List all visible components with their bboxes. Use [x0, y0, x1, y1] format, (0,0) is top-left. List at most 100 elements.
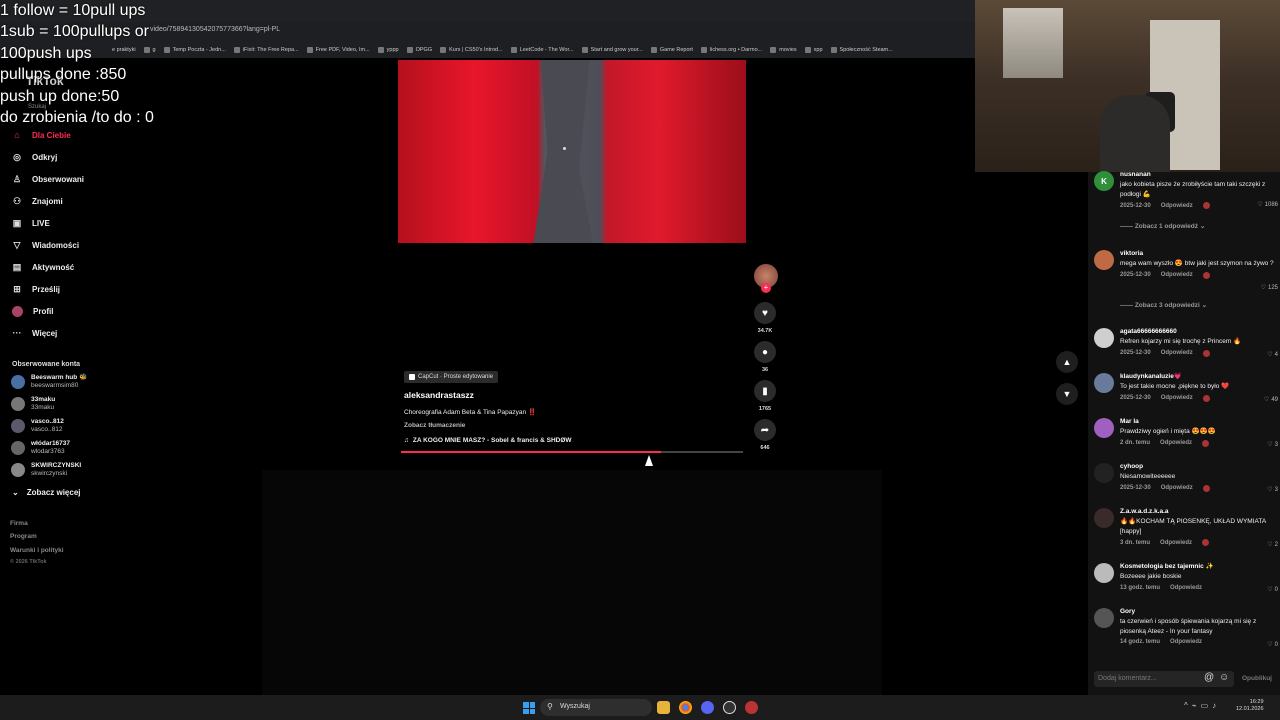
comment-action[interactable]: ● 36	[753, 341, 777, 373]
reply-button[interactable]: Odpowiedz	[1161, 485, 1193, 491]
comment-like[interactable]: ♡ 0	[1267, 641, 1278, 649]
heart-icon[interactable]: ♥	[754, 302, 776, 324]
bookmark-item[interactable]: Temp Poczta - Jedn...	[163, 47, 226, 53]
avatar[interactable]	[1094, 508, 1114, 528]
comment-user[interactable]: nusnanan	[1120, 171, 1278, 179]
bookmark-item[interactable]: lichess.org • Darmo...	[700, 47, 762, 53]
footer-link[interactable]: Firma	[10, 520, 28, 527]
reply-button[interactable]: Odpowiedz	[1160, 540, 1192, 546]
reply-button[interactable]: Odpowiedz	[1170, 585, 1202, 591]
chrome-icon[interactable]	[679, 701, 692, 714]
reply-button[interactable]: Odpowiedz	[1170, 639, 1202, 645]
sidebar-item-activity[interactable]: ▤ Aktywność	[12, 262, 75, 272]
url-text[interactable]: video/7589413054207577366?lang=pl-PL	[150, 26, 280, 33]
sidebar-item-messages[interactable]: ▽ Wiadomości	[12, 240, 80, 250]
see-more-button[interactable]: ⌄ Zobacz więcej	[12, 488, 81, 497]
comment-like[interactable]: ♡ 1086	[1257, 201, 1278, 209]
bookmark-item[interactable]: Free PDF, Video, Im...	[306, 47, 370, 53]
bookmark-item[interactable]: Kurs | CS50's Introd...	[440, 47, 503, 53]
followed-account[interactable]: 33maku 33maku	[11, 396, 55, 412]
sidebar-item-profile[interactable]: Profil	[12, 306, 53, 317]
comment-like[interactable]: ♡ 0	[1267, 586, 1278, 594]
comment-user[interactable]: klaudynkanaluzie💗	[1120, 373, 1278, 381]
followed-account[interactable]: vasco..812 vasco..812	[11, 418, 64, 434]
footer-link[interactable]: Warunki i polityki	[10, 547, 64, 554]
share-icon[interactable]: ➦	[754, 419, 776, 441]
bookmark-item[interactable]: OPGG	[406, 47, 432, 53]
app-icon[interactable]	[745, 701, 758, 714]
comment-user[interactable]: Gory	[1120, 608, 1278, 616]
avatar[interactable]	[1094, 563, 1114, 583]
comment-icon[interactable]: ●	[754, 341, 776, 363]
video-author[interactable]: aleksandrastaszz	[404, 390, 474, 400]
followed-account[interactable]: włódar16737 wlodar3763	[11, 440, 70, 456]
bookmark-item[interactable]: LeetCode - The Wor...	[510, 47, 574, 53]
avatar[interactable]	[1094, 418, 1114, 438]
bookmark-item[interactable]: Start and grow your...	[581, 47, 643, 53]
previous-video-button[interactable]: ▲	[1056, 351, 1078, 373]
sidebar-item-live[interactable]: ▣ LIVE	[12, 218, 50, 228]
sidebar-item-friends[interactable]: ⚇ Znajomi	[12, 196, 63, 206]
avatar[interactable]	[1094, 608, 1114, 628]
comment-like[interactable]: ♡ 3	[1267, 486, 1278, 494]
bookmark-item[interactable]: xpp	[804, 47, 823, 53]
video-progress-bar[interactable]	[401, 451, 743, 453]
bookmark-item[interactable]: Społeczność Steam...	[830, 47, 893, 53]
system-tray-icons[interactable]: ^⌁▭♪	[1184, 701, 1220, 710]
avatar[interactable]	[1094, 328, 1114, 348]
heart-outline-icon: ♡	[1260, 285, 1266, 291]
reply-button[interactable]: Odpowiedz	[1161, 272, 1193, 278]
mention-icon[interactable]: @	[1204, 672, 1214, 683]
capcut-badge[interactable]: CapCut · Proste edytowanie	[404, 371, 499, 383]
comment-like[interactable]: ♡ 125	[1260, 284, 1278, 292]
music-link[interactable]: ♫ ZA KOGO MNIE MASZ? - Sobel & francis & …	[404, 437, 572, 444]
discord-icon[interactable]	[701, 701, 714, 714]
follow-plus-icon[interactable]: +	[761, 283, 771, 293]
avatar[interactable]	[1094, 463, 1114, 483]
comment-like[interactable]: ♡ 2	[1267, 541, 1278, 549]
like-action[interactable]: ♥ 34.7K	[753, 302, 777, 334]
comment-user[interactable]: agata66666666660	[1120, 328, 1278, 336]
reply-button[interactable]: Odpowiedz	[1161, 350, 1193, 356]
comment-user[interactable]: cyhoop	[1120, 463, 1278, 471]
translate-link[interactable]: Zobacz tłumaczenie	[404, 422, 465, 429]
sidebar-item-explore[interactable]: ◎ Odkryj	[12, 152, 57, 162]
taskbar-clock[interactable]: 16:29 12.01.2026	[1236, 699, 1264, 713]
comment-like[interactable]: ♡ 4	[1267, 351, 1278, 359]
view-replies-button[interactable]: —— Zobacz 3 odpowiedzi ⌄	[1120, 301, 1207, 309]
comment-user[interactable]: viktoria	[1120, 250, 1278, 258]
comment-like[interactable]: ♡ 49	[1264, 396, 1278, 404]
followed-account[interactable]: Beeswarm hub 🐝 beeswarmsim80	[11, 374, 87, 390]
windows-start-icon[interactable]	[523, 702, 535, 714]
avatar[interactable]: K	[1094, 171, 1114, 191]
sidebar-item-upload[interactable]: ⊞ Prześlij	[12, 284, 60, 294]
reply-button[interactable]: Odpowiedz	[1160, 440, 1192, 446]
bookmark-item[interactable]: Game Report	[650, 47, 693, 53]
save-action[interactable]: ▮ 1765	[753, 380, 777, 412]
emoji-icon[interactable]: ☺	[1219, 672, 1229, 683]
footer-link[interactable]: Program	[10, 533, 37, 540]
obs-icon[interactable]	[723, 701, 736, 714]
taskbar-search[interactable]: Wyszukaj	[540, 699, 652, 716]
avatar[interactable]	[1094, 373, 1114, 393]
avatar[interactable]	[1094, 250, 1114, 270]
followed-account[interactable]: SKWIRCZYNSKI skwirczynski	[11, 462, 81, 478]
next-video-button[interactable]: ▼	[1056, 383, 1078, 405]
publish-button[interactable]: Opublikuj	[1242, 675, 1272, 682]
comment-user[interactable]: Kosmetologia bez tajemnic ✨	[1120, 563, 1278, 571]
bookmark-item[interactable]: yppp	[377, 47, 399, 53]
share-action[interactable]: ➦ 646	[753, 419, 777, 451]
bookmark-item[interactable]: movies	[770, 47, 797, 53]
reply-button[interactable]: Odpowiedz	[1161, 395, 1193, 401]
view-replies-button[interactable]: —— Zobacz 1 odpowiedź ⌄	[1120, 222, 1205, 230]
bookmark-item[interactable]: iFixit: The Free Repa...	[233, 47, 299, 53]
sidebar-item-for-you[interactable]: ⌂ Dla Ciebie	[12, 130, 70, 140]
comment-user[interactable]: Z.a.w.a.d.z.k.a.a	[1120, 508, 1278, 516]
bookmark-icon[interactable]: ▮	[754, 380, 776, 402]
sidebar-item-following[interactable]: ♙ Obserwowani	[12, 174, 84, 184]
sidebar-item-more[interactable]: ··· Więcej	[12, 328, 58, 338]
comment-like[interactable]: ♡ 3	[1267, 441, 1278, 449]
file-explorer-icon[interactable]	[657, 701, 670, 714]
comment-user[interactable]: Mar la	[1120, 418, 1278, 426]
reply-button[interactable]: Odpowiedz	[1161, 203, 1193, 209]
